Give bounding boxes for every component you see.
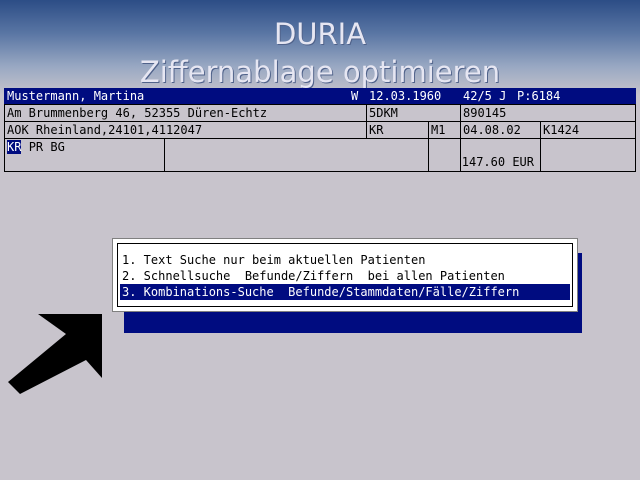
grid-line [4, 105, 5, 172]
address-number: 890145 [463, 106, 507, 120]
grid-line [540, 122, 541, 172]
grid-line [4, 104, 636, 105]
insurance-info[interactable]: AOK Rheinland,24101,4112047 [4, 122, 366, 138]
patient-number: P:6184 [514, 88, 636, 104]
grid-line [4, 121, 636, 122]
patient-birthdate: 12.03.1960 [366, 88, 460, 104]
title-banner: DURIA Ziffernablage optimieren [0, 0, 640, 96]
app-title: DURIA [273, 17, 367, 51]
grid-line [4, 138, 636, 139]
menu-item-text-search[interactable]: 1. Text Suche nur beim aktuellen Patient… [120, 252, 570, 268]
grid-line [366, 105, 367, 138]
address-code: 5DKM [369, 106, 398, 120]
grid-line [164, 139, 165, 172]
case-date: 04.08.02 [463, 123, 521, 137]
patient-header-grid: Mustermann, Martina W 12.03.1960 42/5 J … [4, 88, 636, 172]
page-subtitle: Ziffernablage optimieren [139, 55, 501, 89]
grid-line [428, 122, 429, 172]
patient-name[interactable]: Mustermann, Martina [4, 88, 348, 104]
patient-age: 42/5 J [460, 88, 514, 104]
case-type-list: KR PR BG [4, 139, 164, 155]
case-type-pr[interactable]: PR [29, 140, 43, 154]
patient-sex: W [348, 88, 366, 104]
grid-line [635, 105, 636, 172]
grid-line [4, 171, 636, 172]
menu-item-quick-search[interactable]: 2. Schnellsuche Befunde/Ziffern bei alle… [120, 268, 570, 284]
arrow-up-right-icon [8, 314, 102, 394]
doctor-code: K1424 [543, 123, 580, 137]
menu-item-combined-search[interactable]: 3. Kombinations-Suche Befunde/Stammdaten… [120, 284, 570, 300]
insurance-type: KR [369, 123, 384, 137]
patient-address[interactable]: Am Brummenberg 46, 52355 Düren-Echtz [4, 105, 366, 121]
case-amount: 147.60 EUR [461, 155, 534, 169]
search-menu-popup: 1. Text Suche nur beim aktuellen Patient… [112, 238, 578, 312]
grid-line [460, 105, 461, 172]
case-type-kr[interactable]: KR [7, 140, 22, 154]
search-menu-list: 1. Text Suche nur beim aktuellen Patient… [117, 243, 573, 307]
member-status: M1 [431, 123, 446, 137]
case-type-bg[interactable]: BG [50, 140, 64, 154]
